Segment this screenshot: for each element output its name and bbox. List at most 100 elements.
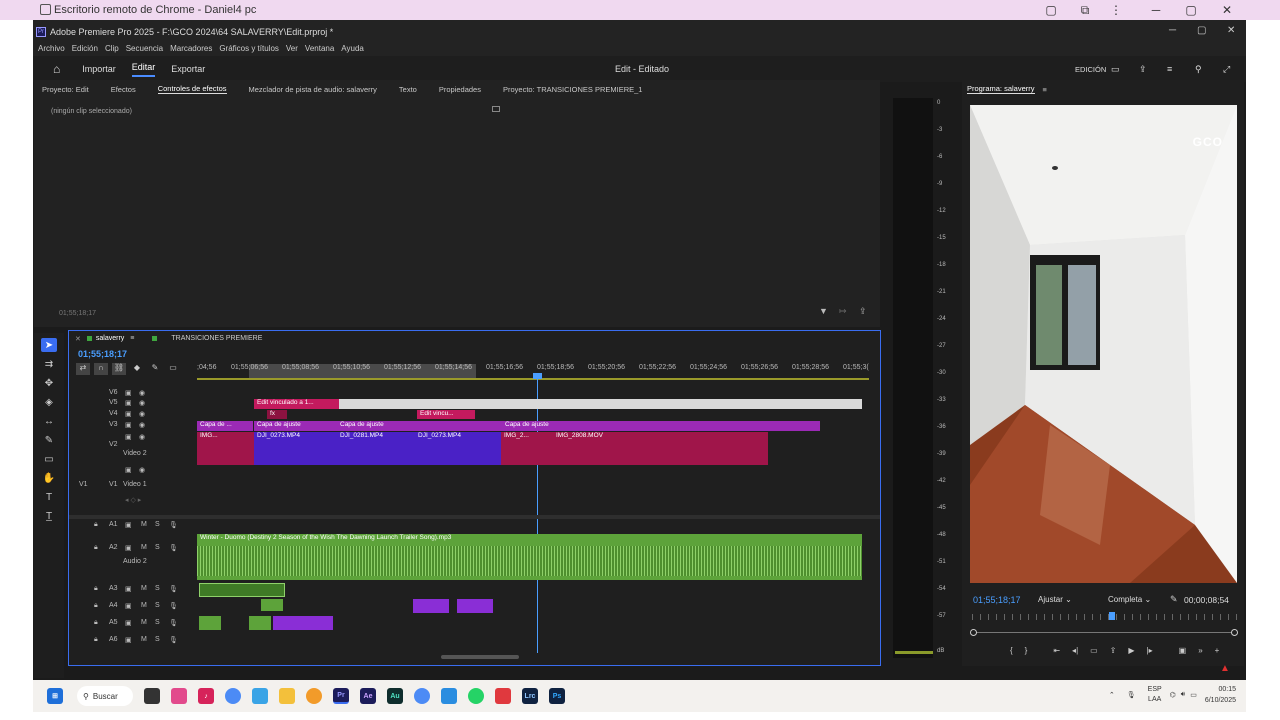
- lock-icon[interactable]: 🔒︎: [94, 585, 98, 593]
- play-only-icon[interactable]: ↦: [839, 306, 847, 317]
- close-tab-icon[interactable]: ✕: [75, 335, 81, 343]
- source-patch[interactable]: V1: [79, 481, 88, 488]
- clip-a2-music[interactable]: Winter - Duomo (Destiny 2 Season of the …: [197, 534, 862, 580]
- menu-ayuda[interactable]: Ayuda: [341, 44, 364, 56]
- menu-marcadores[interactable]: Marcadores: [170, 44, 212, 56]
- hand-icon[interactable]: ✋: [41, 471, 57, 485]
- minimize-icon[interactable]: ─: [1141, 0, 1171, 20]
- clip-v3-adjust[interactable]: Capa de ajuste: [254, 421, 337, 431]
- premiere-pro-icon[interactable]: Pr: [333, 688, 349, 704]
- mute-button[interactable]: M: [141, 636, 147, 643]
- eye-icon[interactable]: ◉: [139, 410, 145, 418]
- more-icon[interactable]: ⋮: [1101, 0, 1131, 20]
- clip-v3-adjust[interactable]: Capa de ajuste: [502, 421, 820, 431]
- start-icon[interactable]: ⊞: [47, 688, 63, 704]
- zoom-handle[interactable]: [1231, 629, 1238, 636]
- eye-icon[interactable]: ◉: [139, 466, 145, 474]
- mute-button[interactable]: M: [141, 544, 147, 551]
- anydesk-icon[interactable]: [495, 688, 511, 704]
- maximize-icon[interactable]: ▢: [1176, 0, 1206, 20]
- home-icon[interactable]: ⌂: [53, 62, 60, 76]
- rectangle-icon[interactable]: ▭: [41, 452, 57, 466]
- clip-v2-dji[interactable]: DJI_0273.MP4: [254, 432, 337, 465]
- lock-icon[interactable]: 🔒︎: [94, 619, 98, 627]
- export-icon[interactable]: ⇪: [859, 306, 867, 317]
- mute-button[interactable]: M: [141, 521, 147, 528]
- file-explorer-icon[interactable]: [279, 688, 295, 704]
- wrench-icon[interactable]: ✎: [1170, 594, 1178, 605]
- toggle-icon[interactable]: ▣: [125, 433, 132, 441]
- monitor-playhead[interactable]: [1109, 612, 1115, 620]
- photoshop-icon[interactable]: Ps: [549, 688, 565, 704]
- clip-v5-white[interactable]: [339, 399, 862, 409]
- mic-icon[interactable]: 🎙︎: [169, 636, 178, 644]
- go-to-in-icon[interactable]: ⇤: [1053, 646, 1060, 655]
- pen-icon[interactable]: ✎: [41, 433, 57, 447]
- lightroom-icon[interactable]: Lrc: [522, 688, 538, 704]
- menu-clip[interactable]: Clip: [105, 44, 119, 56]
- compare-icon[interactable]: ▣: [1179, 646, 1187, 655]
- mic-icon[interactable]: 🎙︎: [169, 585, 178, 593]
- tab-effects[interactable]: Efectos: [111, 85, 136, 94]
- clip-a5[interactable]: [249, 616, 271, 630]
- close-icon[interactable]: ✕: [1212, 0, 1242, 20]
- solo-button[interactable]: S: [155, 544, 160, 551]
- quality-dropdown[interactable]: Completa ⌄: [1108, 595, 1151, 604]
- mic-icon[interactable]: 🎙︎: [169, 544, 178, 552]
- toggle-icon[interactable]: ▣: [125, 410, 132, 418]
- linked-icon[interactable]: ⛓: [112, 363, 126, 375]
- clip-v4-nested[interactable]: Edit vincu...: [417, 410, 475, 419]
- solo-button[interactable]: S: [155, 619, 160, 626]
- track-select-icon[interactable]: ⇉: [41, 357, 57, 371]
- clip-a4[interactable]: [413, 599, 449, 613]
- clip-v3-adjust[interactable]: Capa de ...: [197, 421, 253, 431]
- nav-import[interactable]: Importar: [82, 64, 116, 74]
- clip-a4[interactable]: [261, 599, 283, 611]
- chrome-icon[interactable]: [225, 688, 241, 704]
- warning-icon[interactable]: ▲: [1220, 663, 1230, 674]
- add-button-icon[interactable]: +: [1215, 646, 1220, 655]
- toggle-icon[interactable]: ▣: [125, 421, 132, 429]
- menu-graficos[interactable]: Gráficos y títulos: [219, 44, 279, 56]
- clip-v5-nested[interactable]: Edit vinculado a 1...: [254, 399, 339, 409]
- toggle-icon[interactable]: ▣: [125, 619, 132, 627]
- chrome-icon[interactable]: [414, 688, 430, 704]
- lock-icon[interactable]: 🔒︎: [94, 544, 98, 552]
- play-icon[interactable]: ▶: [1128, 646, 1134, 655]
- slip-icon[interactable]: ↔: [41, 414, 57, 428]
- lock-icon[interactable]: 🔒︎: [94, 636, 98, 644]
- mic-icon[interactable]: 🎙︎: [1127, 691, 1136, 699]
- solo-button[interactable]: S: [155, 585, 160, 592]
- clip-v3-adjust[interactable]: Capa de ajuste: [337, 421, 502, 431]
- volume-icon[interactable]: 🔊︎: [1181, 691, 1185, 699]
- clip-fx-badge[interactable]: fx: [267, 410, 287, 419]
- video-frame[interactable]: GCO: [970, 105, 1237, 583]
- more-controls-icon[interactable]: »: [1198, 646, 1202, 655]
- panel-icon[interactable]: ▭: [1111, 64, 1120, 75]
- type-icon[interactable]: T: [41, 490, 57, 504]
- toggle-icon[interactable]: ▣: [125, 636, 132, 644]
- clip-a5[interactable]: [273, 616, 333, 630]
- close-icon[interactable]: ✕: [1227, 25, 1235, 36]
- menu-edicion[interactable]: Edición: [72, 44, 98, 56]
- network-icon[interactable]: ⌬: [1170, 691, 1176, 699]
- nest-icon[interactable]: ⇄: [76, 363, 90, 375]
- after-effects-icon[interactable]: Ae: [360, 688, 376, 704]
- panel-toggle-icon[interactable]: [492, 106, 500, 112]
- fit-dropdown[interactable]: Ajustar ⌄: [1038, 595, 1072, 604]
- tab-text[interactable]: Texto: [399, 85, 417, 94]
- step-back-icon[interactable]: ◂|: [1072, 646, 1078, 655]
- app-icon[interactable]: [252, 688, 268, 704]
- eye-icon[interactable]: ◉: [139, 421, 145, 429]
- clip-v2-mov[interactable]: IMG_2808.MOV: [553, 432, 768, 465]
- mic-icon[interactable]: 🎙︎: [169, 602, 178, 610]
- toggle-icon[interactable]: ▣: [125, 466, 132, 474]
- playhead-handle[interactable]: [533, 373, 542, 379]
- mark-in-icon[interactable]: {: [1010, 646, 1013, 655]
- mute-button[interactable]: M: [141, 619, 147, 626]
- wrench-icon[interactable]: ✎: [148, 363, 162, 375]
- timeline-timecode[interactable]: 01;55;18;17: [78, 349, 127, 359]
- tab-sequence-salaverry[interactable]: salaverry: [96, 335, 124, 342]
- task-view-icon[interactable]: [144, 688, 160, 704]
- program-timecode[interactable]: 01;55;18;17: [973, 595, 1021, 605]
